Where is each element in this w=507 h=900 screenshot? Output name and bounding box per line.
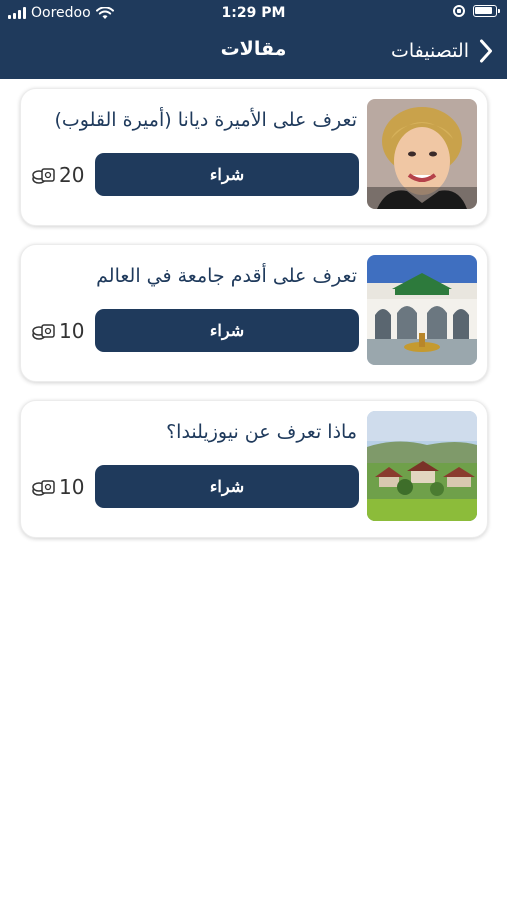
article-card[interactable]: تعرف على أقدم جامعة في العالم شراء 10 <box>20 244 488 382</box>
article-price: 20 <box>31 163 84 187</box>
coins-icon <box>32 168 55 184</box>
article-thumbnail <box>367 99 477 209</box>
back-button[interactable]: التصنيفات <box>391 35 493 67</box>
buy-button[interactable]: شراء <box>95 153 359 196</box>
article-thumbnail <box>367 255 477 365</box>
price-value: 10 <box>59 319 85 343</box>
article-card[interactable]: ماذا تعرف عن نيوزيلندا؟ شراء 10 <box>20 400 488 538</box>
article-price: 10 <box>31 319 84 343</box>
article-title: ماذا تعرف عن نيوزيلندا؟ <box>166 421 357 443</box>
article-card[interactable]: تعرف على الأميرة ديانا (أميرة القلوب) شر… <box>20 88 488 226</box>
back-label: التصنيفات <box>390 40 469 62</box>
header: Ooredoo 1:29 PM مقالات التصنيفات <box>0 0 507 79</box>
chevron-right-icon <box>480 39 492 63</box>
price-value: 10 <box>59 475 85 499</box>
price-value: 20 <box>59 163 85 187</box>
article-list: تعرف على الأميرة ديانا (أميرة القلوب) شر… <box>20 88 488 556</box>
coins-icon <box>32 480 55 496</box>
article-price: 10 <box>31 475 84 499</box>
article-title: تعرف على الأميرة ديانا (أميرة القلوب) <box>54 109 358 131</box>
battery-icon <box>473 5 500 17</box>
university-courtyard-photo <box>367 255 477 365</box>
coins-icon <box>32 324 55 340</box>
status-right <box>453 5 500 17</box>
orientation-lock-icon <box>453 5 465 17</box>
buy-button[interactable]: شراء <box>95 465 359 508</box>
countryside-landscape-photo <box>367 411 477 521</box>
status-time: 1:29 PM <box>221 5 286 21</box>
article-thumbnail <box>367 411 477 521</box>
portrait-photo <box>367 99 477 209</box>
article-title: تعرف على أقدم جامعة في العالم <box>96 265 357 287</box>
status-bar: Ooredoo 1:29 PM <box>0 0 507 28</box>
buy-button[interactable]: شراء <box>95 309 359 352</box>
